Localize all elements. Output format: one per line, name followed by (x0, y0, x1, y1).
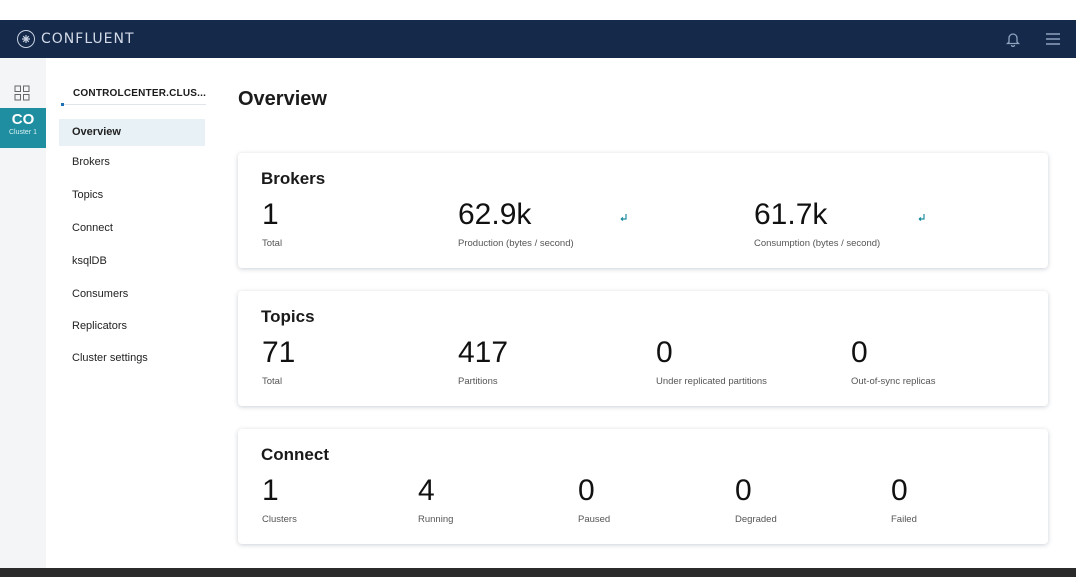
sidebar-item-cluster-settings[interactable]: Cluster settings (59, 345, 205, 372)
brokers-production: 62.9k Production (bytes / second) (458, 198, 574, 250)
trend-arrow-icon (917, 213, 926, 225)
metric-value: 62.9k (458, 198, 532, 231)
metric-value: 1 (262, 474, 279, 507)
sidebar-item-connect[interactable]: Connect (59, 215, 205, 242)
metric-label: Production (bytes / second) (458, 238, 574, 249)
metric-value: 0 (891, 474, 908, 507)
topics-total: 71 Total (262, 336, 296, 388)
metric-label: Running (418, 514, 454, 525)
bottom-bar (0, 568, 1076, 577)
connect-clusters: 1 Clusters (262, 474, 297, 526)
connect-degraded: 0 Degraded (735, 474, 777, 526)
metric-label: Under replicated partitions (656, 376, 767, 387)
sidebar-item-brokers[interactable]: Brokers (59, 149, 205, 176)
metric-value: 0 (851, 336, 868, 369)
metric-value: 1 (262, 198, 279, 231)
active-indicator (61, 103, 64, 106)
sidebar-item-topics[interactable]: Topics (59, 182, 205, 209)
page-title: Overview (238, 88, 327, 110)
trend-arrow-icon (619, 213, 628, 225)
metric-label: Paused (578, 514, 611, 525)
brokers-card[interactable]: Brokers 1 Total 62.9k Production (bytes … (238, 153, 1048, 268)
metric-label: Total (262, 376, 283, 387)
sidebar: CONTROLCENTER.CLUS... Overview Brokers T… (46, 58, 216, 568)
brand-name: CONFLUENT (41, 31, 135, 47)
top-bar: CONFLUENT (0, 20, 1076, 58)
metric-label: Degraded (735, 514, 777, 525)
connect-running: 4 Running (418, 474, 454, 526)
main-content: Overview Brokers 1 Total 62.9k Productio… (216, 58, 1076, 568)
connect-paused: 0 Paused (578, 474, 611, 526)
hamburger-menu-icon[interactable] (1044, 30, 1062, 48)
cluster-subtitle: Cluster 1 (8, 129, 37, 136)
metric-label: Clusters (262, 514, 297, 525)
card-title: Topics (261, 307, 315, 326)
cluster-abbr: CO (11, 111, 35, 128)
divider (61, 104, 206, 105)
sidebar-item-overview[interactable]: Overview (59, 119, 205, 146)
metric-label: Consumption (bytes / second) (754, 238, 881, 249)
connect-card[interactable]: Connect 1 Clusters 4 Running 0 Paused 0 … (238, 429, 1048, 544)
brand[interactable]: CONFLUENT (17, 30, 135, 48)
icon-rail: CO Cluster 1 (0, 58, 46, 568)
brokers-total: 1 Total (262, 198, 283, 250)
grid-icon[interactable] (14, 85, 30, 101)
topics-partitions: 417 Partitions (458, 336, 509, 388)
metric-value: 61.7k (754, 198, 828, 231)
connect-failed: 0 Failed (891, 474, 917, 526)
cluster-switcher[interactable]: CO Cluster 1 (0, 108, 46, 148)
metric-value: 417 (458, 336, 509, 369)
topics-out-of-sync: 0 Out-of-sync replicas (851, 336, 936, 388)
bell-icon[interactable] (1004, 30, 1022, 48)
metric-label: Partitions (458, 376, 498, 387)
topics-card[interactable]: Topics 71 Total 417 Partitions 0 Under r… (238, 291, 1048, 406)
metric-value: 0 (735, 474, 752, 507)
metric-value: 4 (418, 474, 435, 507)
metric-value: 71 (262, 336, 296, 369)
metric-value: 0 (656, 336, 673, 369)
topics-under-replicated: 0 Under replicated partitions (656, 336, 767, 388)
metric-label: Total (262, 238, 283, 249)
card-title: Brokers (261, 169, 326, 188)
metric-value: 0 (578, 474, 595, 507)
metric-label: Out-of-sync replicas (851, 376, 936, 387)
sidebar-item-consumers[interactable]: Consumers (59, 281, 205, 308)
sidebar-item-ksqldb[interactable]: ksqlDB (59, 248, 205, 275)
sidebar-item-replicators[interactable]: Replicators (59, 313, 205, 340)
metric-label: Failed (891, 514, 917, 525)
confluent-logo-icon (17, 30, 35, 48)
brokers-consumption: 61.7k Consumption (bytes / second) (754, 198, 881, 250)
card-title: Connect (261, 445, 329, 464)
cluster-name: CONTROLCENTER.CLUS... (73, 88, 207, 99)
